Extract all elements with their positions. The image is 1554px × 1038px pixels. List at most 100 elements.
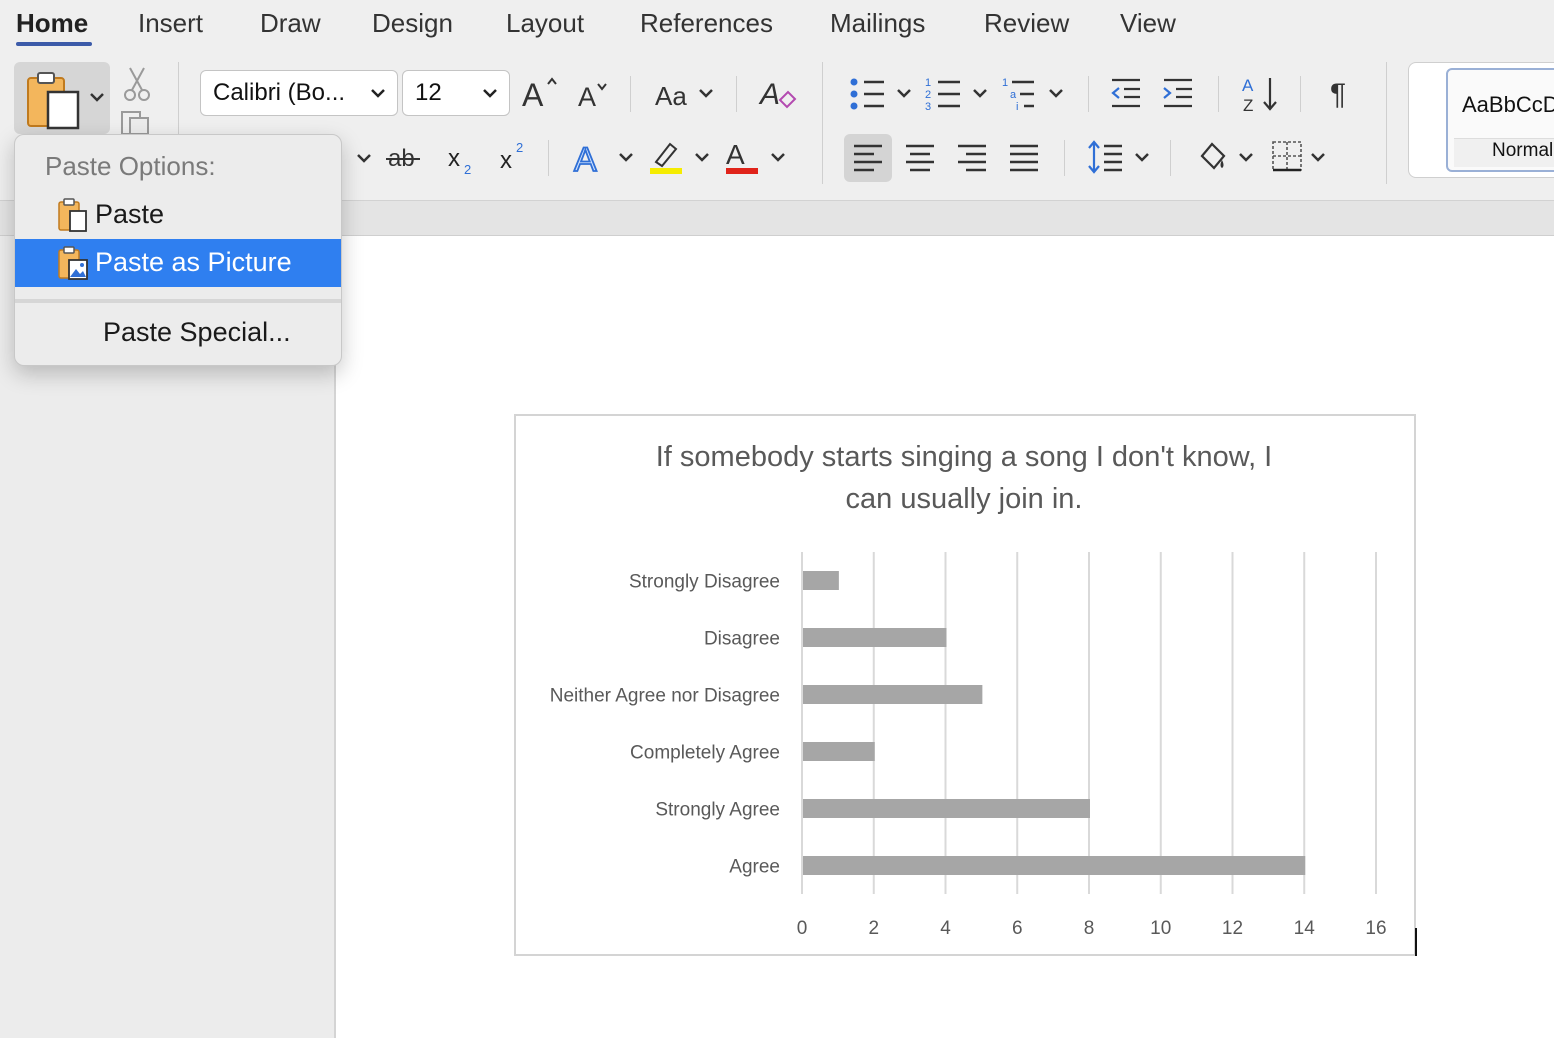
menu-separator <box>15 299 341 303</box>
strikethrough-icon[interactable]: ab <box>386 140 422 174</box>
cut-icon[interactable] <box>122 66 152 102</box>
numbering-icon[interactable]: 123 <box>924 74 990 114</box>
tab-mailings[interactable]: Mailings <box>830 8 925 39</box>
pilcrow-icon[interactable]: ¶ <box>1328 76 1358 110</box>
menu-item-paste-special[interactable]: Paste Special... <box>103 317 291 348</box>
multilevel-list-icon[interactable]: 1ai <box>1000 74 1066 114</box>
ribbon-separator <box>630 76 631 112</box>
chart-object[interactable]: If somebody starts singing a song I don'… <box>514 414 1416 956</box>
tab-insert[interactable]: Insert <box>138 8 203 39</box>
ribbon-separator <box>1088 76 1089 112</box>
justify-icon[interactable] <box>1008 142 1040 174</box>
tab-review[interactable]: Review <box>984 8 1069 39</box>
x-tick-label: 4 <box>940 918 951 939</box>
align-right-icon[interactable] <box>956 142 988 174</box>
x-tick-label: 8 <box>1084 918 1095 939</box>
paste-picture-icon <box>58 246 88 280</box>
grow-font-icon[interactable]: A <box>520 74 560 114</box>
category-label: Strongly Disagree <box>629 572 780 593</box>
tab-view[interactable]: View <box>1120 8 1176 39</box>
text-cursor <box>1415 928 1417 956</box>
subscript-icon[interactable]: x2 <box>446 140 478 178</box>
x-tick-label: 12 <box>1222 918 1243 939</box>
tab-design[interactable]: Design <box>372 8 453 39</box>
bar <box>803 742 875 761</box>
category-label: Strongly Agree <box>655 800 780 821</box>
decrease-indent-icon[interactable] <box>1108 76 1144 110</box>
bar <box>803 571 839 590</box>
svg-text:¶: ¶ <box>1330 78 1346 110</box>
bar <box>803 856 1306 875</box>
tab-home[interactable]: Home <box>16 8 88 39</box>
category-label: Agree <box>729 857 780 878</box>
style-name: Normal <box>1492 140 1554 161</box>
ribbon-tab-bar: Home Insert Draw Design Layout Reference… <box>0 0 1554 50</box>
line-spacing-icon[interactable] <box>1086 138 1152 178</box>
menu-item-label: Paste <box>95 199 165 229</box>
highlight-icon[interactable] <box>646 138 712 178</box>
font-name-value: Calibri (Bo... <box>213 79 346 106</box>
shrink-font-icon[interactable]: A <box>576 78 612 114</box>
x-tick-label: 6 <box>1012 918 1023 939</box>
ribbon-separator <box>1064 140 1065 176</box>
shading-icon[interactable] <box>1196 138 1258 178</box>
tab-draw[interactable]: Draw <box>260 8 321 39</box>
x-tick-label: 0 <box>797 918 808 939</box>
svg-text:a: a <box>1010 89 1017 101</box>
svg-text:3: 3 <box>925 101 931 113</box>
x-tick-label: 10 <box>1150 918 1171 939</box>
increase-indent-icon[interactable] <box>1160 76 1196 110</box>
ribbon-separator <box>1386 62 1387 184</box>
ribbon-separator <box>1218 76 1219 112</box>
svg-text:A: A <box>1242 76 1254 95</box>
svg-text:i: i <box>1016 101 1018 113</box>
style-sample-text: AaBbCcDd <box>1462 92 1554 117</box>
tab-layout[interactable]: Layout <box>506 8 584 39</box>
menu-item-paste-as-picture[interactable]: Paste as Picture <box>15 239 341 287</box>
chevron-down-icon <box>371 89 385 98</box>
category-label: Neither Agree nor Disagree <box>550 686 780 707</box>
svg-text:A: A <box>726 139 745 170</box>
font-size-dropdown[interactable]: 12 <box>402 70 510 116</box>
svg-text:2: 2 <box>516 140 523 155</box>
chart-title-line-1: If somebody starts singing a song I don'… <box>656 441 1273 473</box>
ribbon-separator <box>1300 76 1301 112</box>
chevron-down-icon <box>483 89 497 98</box>
svg-text:2: 2 <box>925 89 931 101</box>
svg-text:1: 1 <box>925 77 931 89</box>
borders-icon[interactable] <box>1270 138 1332 178</box>
x-tick-label: 2 <box>868 918 879 939</box>
font-name-dropdown[interactable]: Calibri (Bo... <box>200 70 398 116</box>
paste-icon <box>58 198 87 232</box>
x-tick-label: 14 <box>1294 918 1316 939</box>
bar <box>803 628 947 647</box>
bar <box>803 685 983 704</box>
active-tab-indicator <box>16 42 92 46</box>
ribbon-separator <box>822 62 823 184</box>
ribbon-separator <box>1170 140 1171 176</box>
align-center-icon[interactable] <box>904 142 936 174</box>
clear-formatting-icon[interactable]: A <box>758 74 798 114</box>
sort-icon[interactable]: AZ <box>1240 74 1282 114</box>
change-case-icon[interactable]: Aa <box>654 78 716 112</box>
chevron-down-icon[interactable] <box>88 88 106 106</box>
font-color-icon[interactable]: A <box>722 138 788 178</box>
svg-text:A: A <box>574 141 597 178</box>
text-effects-icon[interactable]: A <box>572 138 636 178</box>
bullets-icon[interactable] <box>848 74 914 114</box>
svg-text:A: A <box>758 78 780 111</box>
bar-chart: If somebody starts singing a song I don'… <box>550 441 1387 939</box>
tab-references[interactable]: References <box>640 8 773 39</box>
ribbon-separator <box>548 140 549 176</box>
svg-text:2: 2 <box>464 162 471 177</box>
chevron-down-icon[interactable] <box>354 148 374 168</box>
paste-options-menu: Paste Options: Paste Paste as Picture Pa… <box>14 134 342 366</box>
copy-icon[interactable] <box>118 108 154 134</box>
svg-text:x: x <box>500 147 512 174</box>
superscript-icon[interactable]: x2 <box>498 138 530 176</box>
chart-title-line-2: can usually join in. <box>846 483 1083 515</box>
category-label: Completely Agree <box>630 743 780 764</box>
menu-item-paste[interactable]: Paste <box>15 191 341 239</box>
paste-options-header: Paste Options: <box>45 151 216 181</box>
svg-text:1: 1 <box>1002 77 1008 89</box>
